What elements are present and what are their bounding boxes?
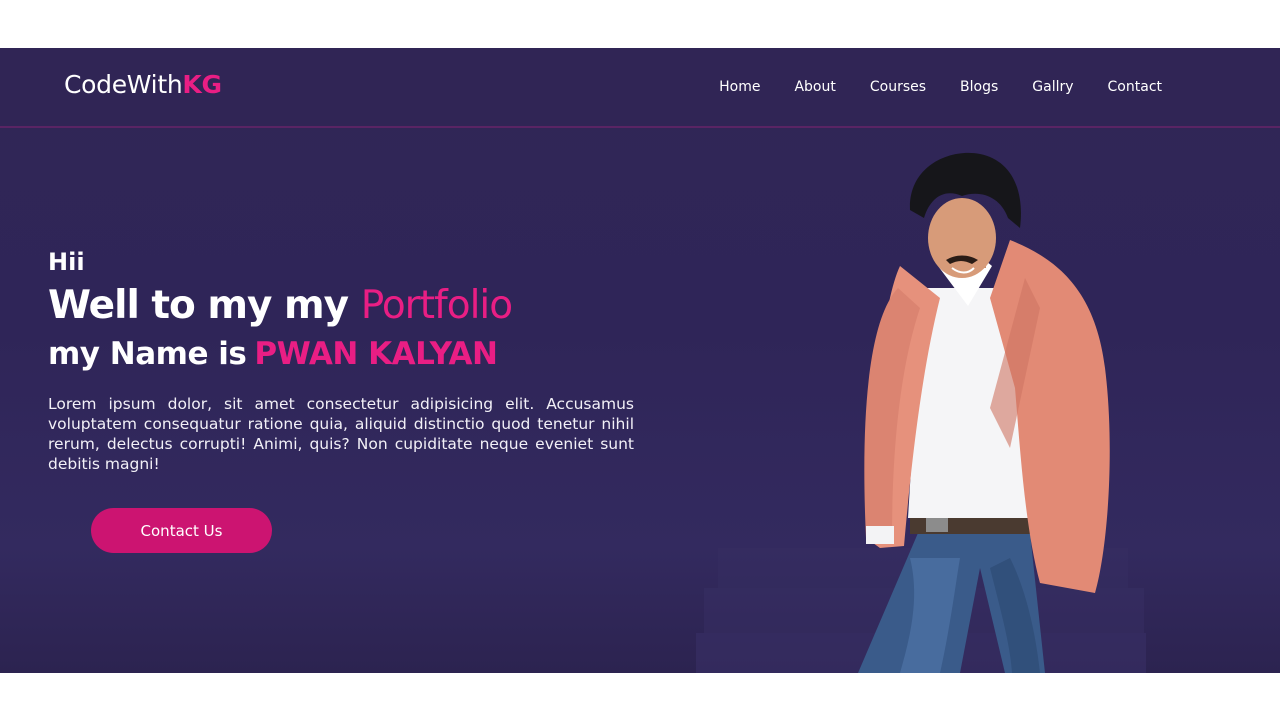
contact-us-button[interactable]: Contact Us (91, 508, 272, 553)
headline-text: Well to my my (48, 283, 349, 328)
person-standing-photo (858, 152, 1110, 673)
logo-accent-text: KG (182, 70, 222, 99)
nav-item-about: About (794, 76, 835, 95)
nav-link-about[interactable]: About (794, 79, 835, 95)
hero-text: Hii Well to my my Portfolio my Name is PW… (48, 248, 634, 474)
hero-headline: Well to my my Portfolio (48, 282, 634, 330)
hero-name: PWAN KALYAN (254, 336, 498, 372)
site-logo[interactable]: CodeWithKG (64, 70, 222, 99)
hero-name-line: my Name is PWAN KALYAN (48, 336, 634, 372)
nav-item-home: Home (719, 76, 760, 95)
name-prefix: my Name is (48, 336, 247, 372)
navbar: CodeWithKG Home About Courses Blogs Gall… (0, 48, 1280, 128)
logo-text: CodeWith (64, 70, 183, 99)
headline-accent: Portfolio (360, 283, 513, 328)
nav-item-gallery: Gallry (1032, 76, 1073, 95)
hero-description: Lorem ipsum dolor, sit amet consectetur … (48, 395, 634, 473)
nav-item-contact: Contact (1108, 76, 1162, 95)
nav-link-home[interactable]: Home (719, 79, 760, 95)
nav-link-courses[interactable]: Courses (870, 79, 926, 95)
nav-item-blogs: Blogs (960, 76, 998, 95)
nav-item-courses: Courses (870, 76, 926, 95)
portfolio-page: CodeWithKG Home About Courses Blogs Gall… (0, 48, 1280, 673)
nav-link-contact[interactable]: Contact (1108, 79, 1162, 95)
nav-links: Home About Courses Blogs Gallry Contact (719, 76, 1162, 95)
nav-link-blogs[interactable]: Blogs (960, 79, 998, 95)
nav-link-gallery[interactable]: Gallry (1032, 79, 1073, 95)
hero-greeting: Hii (48, 248, 85, 276)
